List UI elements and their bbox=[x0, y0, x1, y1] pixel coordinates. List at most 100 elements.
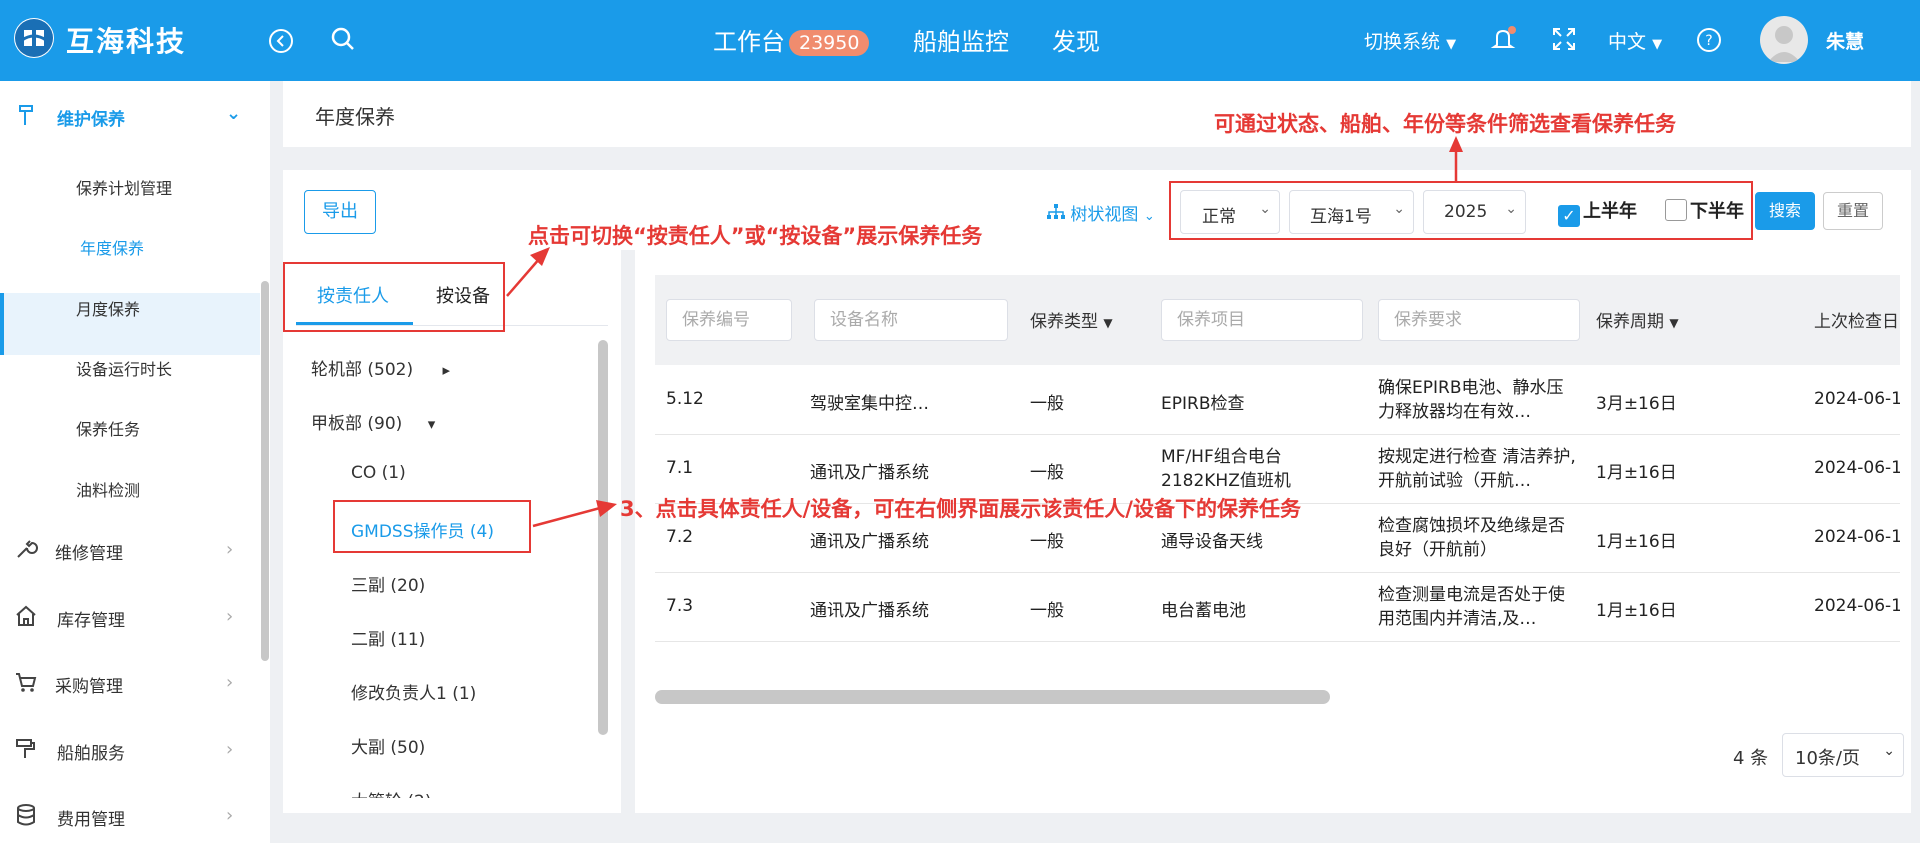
chevron-down-icon: ⌄ bbox=[1883, 743, 1895, 759]
cell-device: 通讯及广播系统 bbox=[810, 463, 929, 483]
req-filter-input[interactable]: 保养要求 bbox=[1378, 299, 1580, 341]
tree-scrollbar[interactable] bbox=[598, 340, 608, 735]
cell-req: 按规定进行检查 清洁养护,开航前试验（开航… bbox=[1378, 447, 1576, 491]
logo-text: 互海科技 bbox=[66, 25, 187, 58]
tree-node-second-engineer[interactable]: 大管轮 (2) bbox=[351, 787, 431, 798]
type-label: 保养类型 bbox=[1030, 312, 1098, 332]
help-icon[interactable]: ? bbox=[1696, 27, 1722, 57]
reset-button[interactable]: 重置 bbox=[1823, 192, 1883, 230]
nav-ship-monitor[interactable]: 船舶监控 bbox=[913, 22, 1009, 57]
sidebar-item-oil[interactable]: 油料检测 bbox=[76, 477, 140, 501]
caret-down-icon: ▾ bbox=[427, 415, 436, 433]
table-row[interactable]: 5.12 驾驶室集中控… 一般 EPIRB检查 确保EPIRB电池、静水压力释放… bbox=[655, 366, 1900, 435]
total-count: 4 条 bbox=[1733, 748, 1769, 769]
caret-down-icon: ▼ bbox=[1669, 316, 1679, 330]
cell-cycle: 1月±16日 bbox=[1596, 463, 1677, 483]
tree-node-third-mate[interactable]: 三副 (20) bbox=[351, 571, 425, 596]
hammer-icon bbox=[16, 103, 38, 132]
annotation-select-tip: 3、点击具体责任人/设备，可在右侧界面展示该责任人/设备下的保养任务 bbox=[620, 497, 1301, 521]
avatar[interactable] bbox=[1760, 16, 1808, 64]
cycle-filter[interactable]: 保养周期 ▼ bbox=[1596, 307, 1679, 332]
search-icon[interactable] bbox=[330, 26, 356, 56]
chevron-down-icon: ⌄ bbox=[226, 103, 242, 124]
cell-req: 确保EPIRB电池、静水压力释放器均在有效… bbox=[1378, 378, 1564, 422]
tree-node-engine[interactable]: 轮机部 (502) ▸ bbox=[311, 355, 450, 380]
no-filter-input[interactable]: 保养编号 bbox=[666, 299, 792, 341]
tree-node-chief-mate[interactable]: 大副 (50) bbox=[351, 733, 425, 758]
panel-divider bbox=[621, 250, 635, 813]
page-size-value: 10条/页 bbox=[1795, 748, 1860, 769]
sidebar-item-tasks[interactable]: 保养任务 bbox=[76, 416, 140, 440]
cell-item: MF/HF组合电台 2182KHZ值班机 VHF/DSC… bbox=[1161, 447, 1291, 491]
cell-no: 7.3 bbox=[666, 596, 694, 616]
cell-device: 通讯及广播系统 bbox=[810, 601, 929, 621]
cell-no: 7.2 bbox=[666, 527, 694, 547]
device-filter-input[interactable]: 设备名称 bbox=[814, 299, 1008, 341]
sidebar-group-label: 库存管理 bbox=[57, 611, 125, 631]
annotation-filter-tip: 可通过状态、船舶、年份等条件筛选查看保养任务 bbox=[1214, 112, 1676, 136]
filter-highlight-box bbox=[1169, 181, 1753, 240]
table-row[interactable]: 7.3 通讯及广播系统 一般 电台蓄电池 检查测量电流是否处于使用范围内并清洁,… bbox=[655, 573, 1900, 642]
top-bar: 互海科技 工作台 23950 船舶监控 发现 切换系统 ▼ 中文 ▼ ? 朱慧 bbox=[0, 0, 1920, 81]
cell-last: 2024-06-1 bbox=[1814, 389, 1900, 409]
user-name[interactable]: 朱慧 bbox=[1826, 27, 1864, 54]
cell-req: 检查测量电流是否处于使用范围内并清洁,及… bbox=[1378, 585, 1565, 629]
sidebar-item-monthly[interactable]: 月度保养 bbox=[76, 296, 140, 320]
workbench-badge: 23950 bbox=[789, 30, 870, 56]
tree-node-label: 轮机部 (502) bbox=[311, 360, 414, 380]
bell-icon[interactable] bbox=[1490, 25, 1518, 57]
type-filter[interactable]: 保养类型 ▼ bbox=[1030, 307, 1113, 332]
cycle-label: 保养周期 bbox=[1596, 312, 1664, 332]
cell-last: 2024-06-1 bbox=[1814, 596, 1900, 616]
search-button[interactable]: 搜索 bbox=[1755, 192, 1815, 230]
table-horizontal-scrollbar[interactable] bbox=[655, 690, 1330, 704]
language-dropdown[interactable]: 中文 ▼ bbox=[1608, 27, 1662, 54]
paint-roller-icon bbox=[14, 737, 38, 766]
nav-workbench[interactable]: 工作台 23950 bbox=[713, 22, 870, 57]
cell-device: 驾驶室集中控… bbox=[810, 394, 929, 414]
sidebar-scrollbar[interactable] bbox=[261, 281, 269, 661]
cart-icon bbox=[14, 670, 38, 699]
chevron-right-icon: › bbox=[226, 672, 234, 693]
annotation-tab-tip: 点击可切换“按责任人”或“按设备”展示保养任务 bbox=[528, 224, 983, 248]
cell-item: EPIRB检查 bbox=[1161, 394, 1245, 414]
cell-last: 2024-06-1 bbox=[1814, 527, 1900, 547]
chevron-right-icon: › bbox=[226, 739, 234, 760]
page-size-select[interactable]: 10条/页 ⌄ bbox=[1782, 733, 1904, 777]
cell-cycle: 1月±16日 bbox=[1596, 532, 1677, 552]
tree-node-clip: 大管轮 (2) bbox=[351, 787, 451, 798]
cell-type: 一般 bbox=[1030, 463, 1064, 483]
tree-view-label: 树状视图 bbox=[1070, 205, 1139, 225]
tree-node-label: 甲板部 (90) bbox=[311, 414, 403, 434]
cell-device: 通讯及广播系统 bbox=[810, 532, 929, 552]
table-header: 保养编号 设备名称 保养类型 ▼ 保养项目 保养要求 保养周期 ▼ 上次检查日 bbox=[655, 275, 1900, 365]
item-filter-input[interactable]: 保养项目 bbox=[1161, 299, 1363, 341]
caret-down-icon: ▼ bbox=[1103, 316, 1113, 330]
tree-node-modified[interactable]: 修改负责人1 (1) bbox=[351, 679, 476, 704]
fullscreen-icon[interactable] bbox=[1552, 27, 1576, 55]
tree-node-deck[interactable]: 甲板部 (90) ▾ bbox=[311, 409, 435, 434]
chevron-right-icon: › bbox=[226, 606, 234, 627]
page-title: 年度保养 bbox=[315, 105, 395, 129]
switch-system-label: 切换系统 bbox=[1364, 31, 1441, 53]
sidebar-item-annual[interactable]: 年度保养 bbox=[80, 235, 144, 259]
export-button[interactable]: 导出 bbox=[304, 190, 376, 234]
tree-node-co[interactable]: CO (1) bbox=[351, 463, 406, 483]
cell-no: 7.1 bbox=[666, 458, 694, 478]
sidebar-group-label: 船舶服务 bbox=[57, 744, 125, 764]
wrench-icon bbox=[14, 537, 38, 566]
tab-highlight-box bbox=[283, 262, 505, 332]
cell-cycle: 3月±16日 bbox=[1596, 394, 1677, 414]
switch-system-dropdown[interactable]: 切换系统 ▼ bbox=[1364, 27, 1456, 54]
sidebar-item-runtime[interactable]: 设备运行时长 bbox=[76, 356, 172, 380]
cell-type: 一般 bbox=[1030, 532, 1064, 552]
nav-discover[interactable]: 发现 bbox=[1052, 22, 1100, 57]
sidebar: 维护保养 ⌄ 保养计划管理 年度保养 月度保养 设备运行时长 保养任务 油料检测… bbox=[0, 81, 270, 843]
collapse-back-icon[interactable] bbox=[268, 28, 294, 58]
nav-workbench-label: 工作台 bbox=[713, 28, 785, 56]
sidebar-item-plan[interactable]: 保养计划管理 bbox=[76, 175, 172, 199]
tree-view-toggle[interactable]: 树状视图 ⌄ bbox=[1047, 200, 1155, 225]
caret-down-icon: ▼ bbox=[1652, 37, 1663, 52]
sidebar-group-label: 费用管理 bbox=[57, 810, 125, 830]
tree-node-second-mate[interactable]: 二副 (11) bbox=[351, 625, 425, 650]
